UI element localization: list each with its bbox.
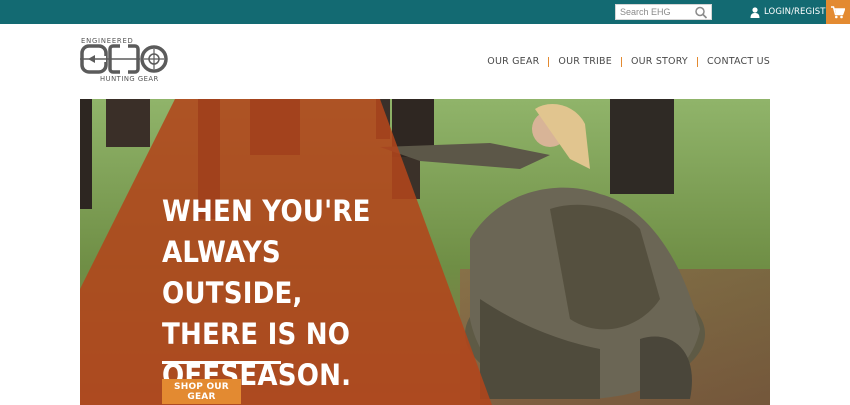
nav-divider xyxy=(620,56,622,67)
nav-our-story[interactable]: OUR STORY xyxy=(631,56,688,67)
ehg-logo-mark xyxy=(80,44,168,74)
nav-our-gear[interactable]: OUR GEAR xyxy=(487,56,539,67)
cart-button[interactable] xyxy=(826,0,850,24)
main-nav: OUR GEAR OUR TRIBE OUR STORY CONTACT US xyxy=(487,56,770,67)
cart-icon xyxy=(831,5,845,18)
search-box[interactable] xyxy=(615,4,712,20)
headline-underline xyxy=(162,361,281,364)
hero-headline: WHEN YOU'RE ALWAYS OUTSIDE, THERE IS NO … xyxy=(162,194,371,392)
nav-our-tribe[interactable]: OUR TRIBE xyxy=(558,56,612,67)
ehg-logo[interactable]: ENGINEERED HUNTING GEAR xyxy=(80,37,170,87)
search-icon[interactable] xyxy=(694,6,708,19)
top-utility-bar: LOGIN/REGISTER xyxy=(0,0,850,24)
logo-bottom-text: HUNTING GEAR xyxy=(100,75,159,83)
search-input[interactable] xyxy=(616,5,694,19)
nav-divider xyxy=(548,56,550,67)
hero-banner: WHEN YOU'RE ALWAYS OUTSIDE, THERE IS NO … xyxy=(80,99,770,405)
nav-divider xyxy=(696,56,698,67)
user-icon xyxy=(750,6,760,18)
nav-contact-us[interactable]: CONTACT US xyxy=(707,56,770,67)
shop-our-gear-button[interactable]: SHOP OUR GEAR xyxy=(162,379,241,404)
login-register-link[interactable]: LOGIN/REGISTER xyxy=(750,5,837,19)
